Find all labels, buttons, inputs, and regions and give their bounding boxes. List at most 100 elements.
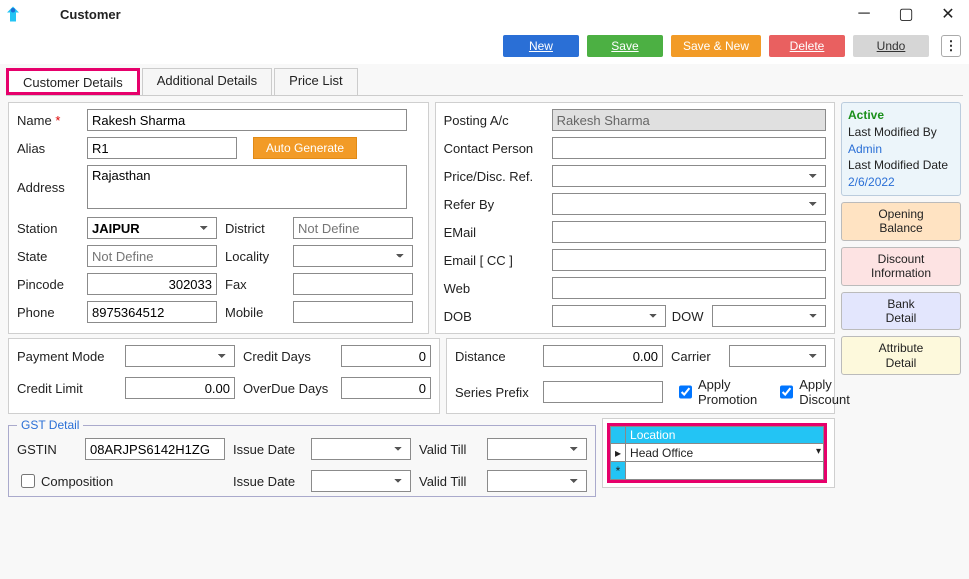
credit-days-label: Credit Days [243, 349, 333, 364]
new-button[interactable]: New [503, 35, 579, 57]
auto-generate-button[interactable]: Auto Generate [253, 137, 357, 159]
email-cc-input[interactable] [552, 249, 826, 271]
more-menu[interactable]: ⋮ [941, 35, 961, 57]
undo-button[interactable]: Undo [853, 35, 929, 57]
window-buttons: ─ ▢ ✕ [843, 0, 969, 28]
row-marker-current: ▸ [611, 444, 626, 462]
email-cc-label: Email [ CC ] [444, 253, 544, 268]
valid-till-label: Valid Till [419, 442, 479, 457]
titlebar: Customer ─ ▢ ✕ [0, 0, 969, 28]
maximize-button[interactable]: ▢ [885, 0, 927, 28]
dropdown-icon[interactable]: ▾ [816, 446, 821, 457]
tab-customer-details[interactable]: Customer Details [6, 68, 140, 95]
issue-date-select[interactable] [311, 438, 411, 460]
window-title: Customer [30, 7, 121, 22]
overdue-days-input[interactable] [341, 377, 431, 399]
save-new-button[interactable]: Save & New [671, 35, 761, 57]
location-column-header: Location [626, 427, 824, 444]
apply-discount-checkbox[interactable] [780, 385, 793, 399]
alias-input[interactable] [87, 137, 237, 159]
composition-label: Composition [41, 474, 113, 489]
location-grid[interactable]: Location ▸ Head Office▾ * [607, 423, 827, 483]
location-cell[interactable]: Head Office▾ [626, 444, 824, 462]
alias-label: Alias [17, 141, 79, 156]
delete-button[interactable]: Delete [769, 35, 845, 57]
district-input[interactable] [293, 217, 413, 239]
posting-label: Posting A/c [444, 113, 544, 128]
gstin-input[interactable] [85, 438, 225, 460]
dob-select[interactable] [552, 305, 666, 327]
name-address-panel: Name * Alias Auto Generate Address Stati… [8, 102, 429, 334]
posting-select[interactable]: Rakesh Sharma [552, 109, 826, 131]
price-ref-label: Price/Disc. Ref. [444, 169, 544, 184]
issue-date-2-select[interactable] [311, 470, 411, 492]
series-prefix-input[interactable] [543, 381, 663, 403]
payment-panel: Payment Mode Credit Days Credit Limit Ov… [8, 338, 440, 414]
bank-detail-button[interactable]: Bank Detail [841, 292, 961, 331]
valid-till-select[interactable] [487, 438, 587, 460]
location-cell-empty[interactable] [626, 462, 824, 480]
credit-limit-input[interactable] [125, 377, 235, 399]
dow-select[interactable] [712, 305, 826, 327]
location-row-new[interactable]: * [611, 462, 824, 480]
contact-person-input[interactable] [552, 137, 826, 159]
discount-info-button[interactable]: Discount Information [841, 247, 961, 286]
last-modified-date-value: 2/6/2022 [848, 174, 954, 191]
action-bar: New Save Save & New Delete Undo ⋮ [0, 28, 969, 64]
fax-label: Fax [225, 277, 285, 292]
save-button[interactable]: Save [587, 35, 663, 57]
dob-label: DOB [444, 309, 544, 324]
address-input[interactable] [87, 165, 407, 209]
last-modified-by-label: Last Modified By [848, 124, 954, 141]
apply-promotion-checkbox[interactable] [679, 385, 692, 399]
composition-checkbox[interactable] [21, 474, 35, 488]
fax-input[interactable] [293, 273, 413, 295]
credit-limit-label: Credit Limit [17, 381, 117, 396]
refer-by-select[interactable] [552, 193, 826, 215]
distance-input[interactable] [543, 345, 663, 367]
location-row-header-marker [611, 427, 626, 444]
status-active: Active [848, 107, 954, 124]
titlebar-left: Customer [0, 5, 121, 23]
state-label: State [17, 249, 79, 264]
tab-price-list[interactable]: Price List [274, 68, 357, 95]
tab-additional-details[interactable]: Additional Details [142, 68, 272, 95]
minimize-button[interactable]: ─ [843, 0, 885, 28]
shipping-panel: Distance Carrier Series Prefix Apply Pro… [446, 338, 835, 414]
locality-select[interactable] [293, 245, 413, 267]
address-label: Address [17, 180, 79, 195]
carrier-select[interactable] [729, 345, 826, 367]
gst-legend: GST Detail [17, 418, 83, 432]
contact-panel: Posting A/c Rakesh Sharma Contact Person… [435, 102, 835, 334]
app-icon [4, 5, 22, 23]
location-row[interactable]: ▸ Head Office▾ [611, 444, 824, 462]
gstin-label: GSTIN [17, 442, 77, 457]
name-input[interactable] [87, 109, 407, 131]
email-input[interactable] [552, 221, 826, 243]
mobile-input[interactable] [293, 301, 413, 323]
state-input[interactable] [87, 245, 217, 267]
web-input[interactable] [552, 277, 826, 299]
distance-label: Distance [455, 349, 535, 364]
opening-balance-button[interactable]: Opening Balance [841, 202, 961, 241]
payment-mode-select[interactable] [125, 345, 235, 367]
attribute-detail-button[interactable]: Attribute Detail [841, 336, 961, 375]
email-label: EMail [444, 225, 544, 240]
gst-fieldset: GST Detail GSTIN Issue Date Valid Till C… [8, 418, 596, 497]
last-modified-date-label: Last Modified Date [848, 157, 954, 174]
web-label: Web [444, 281, 544, 296]
row-marker-new: * [611, 462, 626, 480]
station-select[interactable]: JAIPUR [87, 217, 217, 239]
name-label: Name * [17, 113, 79, 128]
apply-promotion-label: Apply Promotion [698, 377, 758, 407]
close-button[interactable]: ✕ [927, 0, 969, 28]
phone-input[interactable] [87, 301, 217, 323]
pincode-input[interactable] [87, 273, 217, 295]
phone-label: Phone [17, 305, 79, 320]
overdue-days-label: OverDue Days [243, 381, 333, 396]
status-box: Active Last Modified By Admin Last Modif… [841, 102, 961, 196]
valid-till-2-select[interactable] [487, 470, 587, 492]
price-ref-select[interactable] [552, 165, 826, 187]
tab-bar: Customer Details Additional Details Pric… [6, 68, 963, 96]
credit-days-input[interactable] [341, 345, 431, 367]
